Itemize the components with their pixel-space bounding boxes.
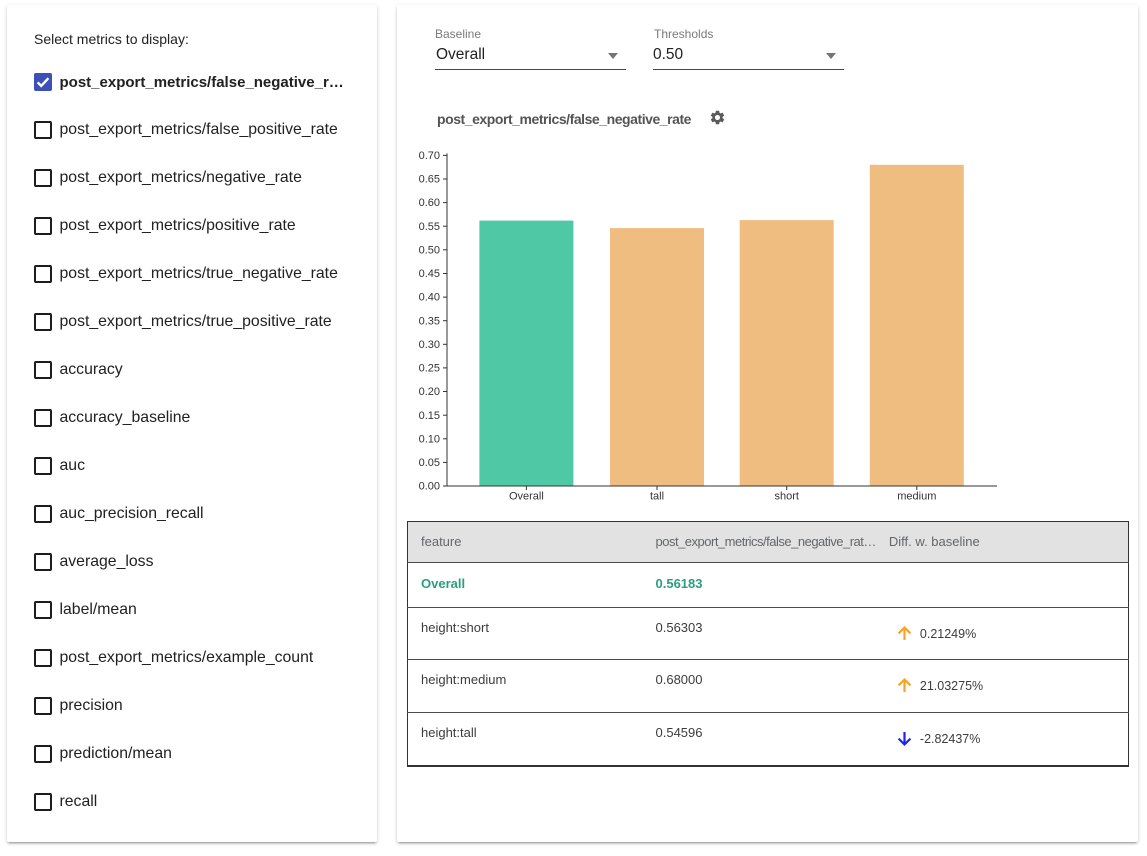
svg-text:tall: tall (650, 491, 664, 503)
svg-text:0.40: 0.40 (419, 292, 440, 304)
svg-text:Overall: Overall (509, 491, 544, 503)
svg-text:0.20: 0.20 (419, 386, 440, 398)
svg-text:0.55: 0.55 (419, 221, 440, 233)
svg-text:0.10: 0.10 (419, 433, 440, 445)
svg-text:medium: medium (897, 491, 936, 503)
svg-text:0.15: 0.15 (419, 410, 440, 422)
svg-text:0.30: 0.30 (419, 339, 440, 351)
svg-text:0.00: 0.00 (419, 481, 440, 493)
svg-text:0.60: 0.60 (419, 197, 440, 209)
svg-text:short: short (774, 491, 798, 503)
svg-text:0.05: 0.05 (419, 457, 440, 469)
svg-text:0.45: 0.45 (419, 268, 440, 280)
svg-text:0.50: 0.50 (419, 244, 440, 256)
svg-text:0.25: 0.25 (419, 363, 440, 375)
svg-text:0.70: 0.70 (419, 150, 440, 162)
svg-text:0.35: 0.35 (419, 315, 440, 327)
svg-text:0.65: 0.65 (419, 174, 440, 186)
